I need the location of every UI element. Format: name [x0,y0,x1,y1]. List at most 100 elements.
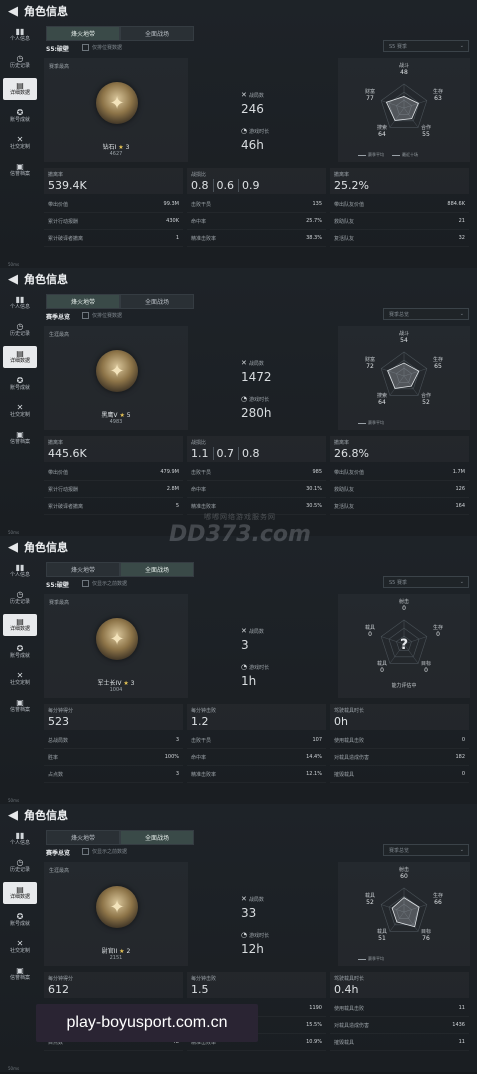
stat-row: 使用载具击败 11 [330,1000,469,1017]
sidebar-item-5[interactable]: ▣ 信誉档案 [3,963,37,985]
back-icon[interactable]: ◀ [6,4,20,19]
stat-row-label: 带出价值 [48,201,69,208]
season-select[interactable]: 赛季总览 ⌄ [383,844,469,856]
sidebar-item-1[interactable]: ◷ 历史记录 [3,855,37,877]
sidebar-item-3[interactable]: ✪ 账号成就 [3,909,37,931]
season-title: S5:破壁 [46,46,69,53]
stat-column-header: 撤离率 445.6K [44,436,183,462]
rank-card: 赛季最高 ✦ 钻石I ★ 3 4627 [44,58,188,162]
stat-row: 精准击败率 12.1% [187,766,326,783]
sidebar-item-3[interactable]: ✪ 账号成就 [3,105,37,127]
stat-column-header: 撤离率 539.4K [44,168,183,194]
sidebar-item-1[interactable]: ◷ 历史记录 [3,319,37,341]
stat-column-header: 战损比 1.1 0.7 0.8 [187,436,326,462]
stat-row-label: 占点数 [48,771,64,778]
stat-column-label: 战损比 [191,440,207,446]
data-filter-checkbox[interactable]: 仅排位赛数据 [82,312,122,319]
radar-axis-value: 60 [400,873,408,880]
checkbox-icon[interactable] [82,580,89,587]
tab-warzone-extraction[interactable]: 烽火地带 [46,26,120,41]
tab-full-battlefield[interactable]: 全面战场 [120,26,194,41]
stat-row: 对载具造成伤害 182 [330,749,469,766]
tab-warzone-extraction[interactable]: 烽火地带 [46,830,120,845]
sidebar-item-2[interactable]: ▤ 详细数据 [3,882,37,904]
data-filter-checkbox[interactable]: 仅显示之前数据 [82,580,127,587]
summary-stat-header: ◔ 游戏时长 [241,118,269,137]
bar-chart-icon: ▮▮ [15,26,25,36]
sidebar-item-4[interactable]: ✕ 社交定制 [3,936,37,958]
checkbox-icon[interactable] [82,848,89,855]
tab-full-battlefield[interactable]: 全面战场 [120,830,194,845]
stat-column-value: 612 [48,983,179,996]
stat-row: 复活队友 164 [330,498,469,515]
checkbox-icon[interactable] [82,44,89,51]
sidebar-item-2[interactable]: ▤ 详细数据 [3,346,37,368]
sidebar-item-5[interactable]: ▣ 信誉档案 [3,427,37,449]
data-filter-checkbox[interactable]: 仅显示之前数据 [82,848,127,855]
summary-stat-value: 1472 [241,370,272,384]
credit-icon: ▣ [16,161,24,171]
tab-warzone-extraction[interactable]: 烽火地带 [46,562,120,577]
radar-axis-value: 55 [422,131,430,138]
network-status: 50ms [8,530,20,535]
bar-chart-icon: ▮▮ [15,830,25,840]
back-icon[interactable]: ◀ [6,540,20,555]
sidebar-item-2[interactable]: ▤ 详细数据 [3,78,37,100]
history-icon: ◷ [16,857,24,867]
summary-stat-value: 280h [241,406,272,420]
summary-stat-value: 3 [241,638,249,652]
sidebar-item-0[interactable]: ▮▮ 个人信息 [3,24,37,46]
stat-row-label: 累计破译者撤离 [48,235,84,242]
data-filter-checkbox[interactable]: 仅排位赛数据 [82,44,122,51]
sidebar-item-3[interactable]: ✪ 账号成就 [3,641,37,663]
legend-item: 赛季平均 [358,152,384,158]
stat-row-value: 14.4% [306,754,322,760]
rank-card: 生涯最高 ✦ 尉官II ★ 2 2151 [44,862,188,966]
radar-axis-value: 76 [422,935,430,942]
sidebar-item-5[interactable]: ▣ 信誉档案 [3,695,37,717]
social-icon: ✕ [16,402,24,412]
sidebar-item-4[interactable]: ✕ 社交定制 [3,668,37,690]
stat-row-value: 126 [455,486,465,492]
season-select[interactable]: S5 赛季 ⌄ [383,576,469,588]
season-select[interactable]: 赛季总览 ⌄ [383,308,469,320]
tab-full-battlefield[interactable]: 全面战场 [120,562,194,577]
summary-stat-header: ✕ 战局数 [241,350,272,369]
summary-stat-header: ◔ 游戏时长 [241,386,272,405]
sidebar-item-3[interactable]: ✪ 账号成就 [3,373,37,395]
stat-row-label: 累计行动报酬 [48,486,79,493]
sidebar-item-1[interactable]: ◷ 历史记录 [3,587,37,609]
stats-panel: ◀ 角色信息 ▮▮ 个人信息 ◷ 历史记录 ▤ 详细数据 ✪ 账号成就 ✕ 社交定制 ▣ 信誉档案 烽火地带… [0,536,477,804]
sidebar-item-0[interactable]: ▮▮ 个人信息 [3,292,37,314]
tab-full-battlefield[interactable]: 全面战场 [120,294,194,309]
rank-name: 尉官II ★ 2 [44,946,188,955]
season-select[interactable]: S5 赛季 ⌄ [383,40,469,52]
stat-row: 复活队友 32 [330,230,469,247]
sidebar-item-2[interactable]: ▤ 详细数据 [3,614,37,636]
back-icon[interactable]: ◀ [6,272,20,287]
rank-stars: 3 [125,144,130,151]
sidebar-item-0[interactable]: ▮▮ 个人信息 [3,828,37,850]
sidebar-item-label: 历史记录 [9,866,30,873]
stat-column-value-part: 0.9 [242,179,260,192]
sidebar-item-4[interactable]: ✕ 社交定制 [3,132,37,154]
season-title: 赛季总览 [46,314,71,321]
stat-row: 击败干员 107 [187,732,326,749]
back-icon[interactable]: ◀ [6,808,20,823]
checkbox-icon[interactable] [82,312,89,319]
stat-column-header: 战损比 0.8 0.6 0.9 [187,168,326,194]
ability-radar: ? 射击 0 生存 0 目标 0 载具 0 载具 0 能力评估中 [338,594,470,698]
sidebar-item-1[interactable]: ◷ 历史记录 [3,51,37,73]
stat-column-label: 驾驶载具时长 [334,708,365,714]
sidebar-item-label: 个人信息 [9,35,30,42]
rank-emblem-icon: ✦ [96,82,138,124]
sidebar-item-4[interactable]: ✕ 社交定制 [3,400,37,422]
stat-row: 摧毁载具 0 [330,766,469,783]
sidebar-item-0[interactable]: ▮▮ 个人信息 [3,560,37,582]
stat-row-label: 命中率 [191,754,207,761]
tab-warzone-extraction[interactable]: 烽火地带 [46,294,120,309]
stat-row: 救助队友 126 [330,481,469,498]
filter-label: 仅排位赛数据 [92,45,123,51]
sidebar-item-5[interactable]: ▣ 信誉档案 [3,159,37,181]
stat-row: 累计破译者撤离 5 [44,498,183,515]
